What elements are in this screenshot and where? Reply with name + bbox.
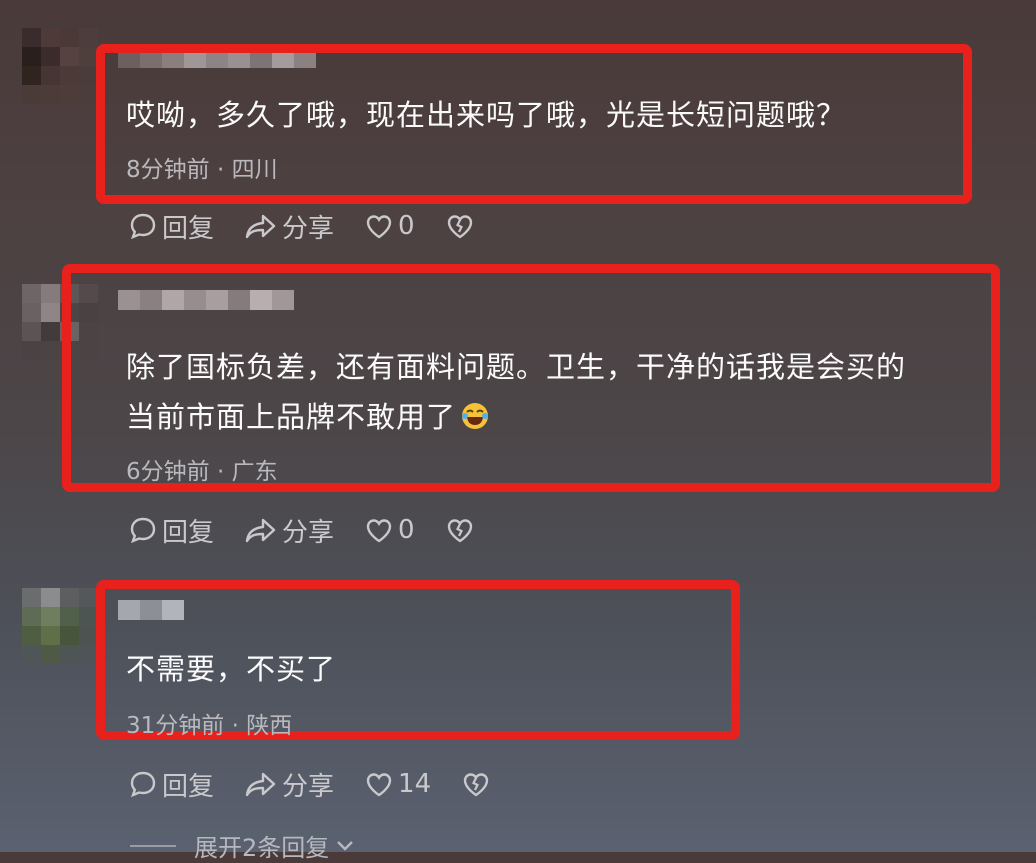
divider <box>130 844 176 847</box>
share-button[interactable]: 分享 <box>244 208 334 245</box>
comment-bubble-icon <box>130 517 156 544</box>
comment-text: 除了国标负差，还有面料问题。卫生，干净的话我是会买的 当前市面上品牌不敢用了 <box>126 350 907 434</box>
share-arrow-icon <box>245 214 276 239</box>
comment-actions: 回复 分享 0 <box>128 206 509 246</box>
broken-heart-icon <box>447 215 472 239</box>
reply-button[interactable]: 回复 <box>128 766 214 803</box>
like-button[interactable]: 14 <box>364 769 431 799</box>
share-button[interactable]: 分享 <box>244 766 334 803</box>
reply-button[interactable]: 回复 <box>128 208 214 245</box>
reply-label: 回复 <box>162 771 215 802</box>
chevron-down-icon <box>337 840 354 851</box>
broken-heart-icon <box>447 519 472 543</box>
like-count: 0 <box>398 211 415 241</box>
comment-text: 不需要，不买了 <box>126 652 337 686</box>
comment-bubble-icon <box>130 771 156 798</box>
heart-icon <box>366 519 392 543</box>
reply-label: 回复 <box>162 213 215 244</box>
comment-text: 哎呦，多久了哦，现在出来吗了哦，光是长短问题哦？ <box>126 98 847 132</box>
dislike-button[interactable] <box>461 769 495 799</box>
comment-actions: 回复 分享 14 <box>128 764 525 804</box>
comment-meta: 31分钟前 · 陕西 <box>126 713 293 739</box>
comment-meta: 6分钟前 · 广东 <box>126 459 278 485</box>
dislike-button[interactable] <box>445 515 479 545</box>
heart-icon <box>366 215 392 239</box>
like-button[interactable]: 0 <box>364 211 415 241</box>
comment-actions: 回复 分享 0 <box>128 510 509 550</box>
share-arrow-icon <box>245 518 276 543</box>
broken-heart-icon <box>463 773 489 797</box>
share-label: 分享 <box>282 771 335 802</box>
share-arrow-icon <box>245 772 276 797</box>
share-button[interactable]: 分享 <box>244 512 334 549</box>
comment-bubble-icon <box>130 213 156 240</box>
comment-meta: 8分钟前 · 四川 <box>126 157 278 183</box>
expand-replies-label: 展开2条回复 <box>194 834 330 862</box>
laughing-emoji-icon <box>462 403 489 429</box>
heart-icon <box>366 773 392 797</box>
like-count: 0 <box>398 515 415 545</box>
avatar[interactable] <box>22 28 98 104</box>
dislike-button[interactable] <box>445 211 479 241</box>
expand-replies-button[interactable]: 展开2条回复 <box>130 828 355 863</box>
like-button[interactable]: 0 <box>364 515 415 545</box>
share-label: 分享 <box>282 213 335 244</box>
like-count: 14 <box>398 769 432 799</box>
reply-label: 回复 <box>162 517 215 548</box>
avatar[interactable] <box>22 588 98 664</box>
share-label: 分享 <box>282 517 335 548</box>
reply-button[interactable]: 回复 <box>128 512 214 549</box>
